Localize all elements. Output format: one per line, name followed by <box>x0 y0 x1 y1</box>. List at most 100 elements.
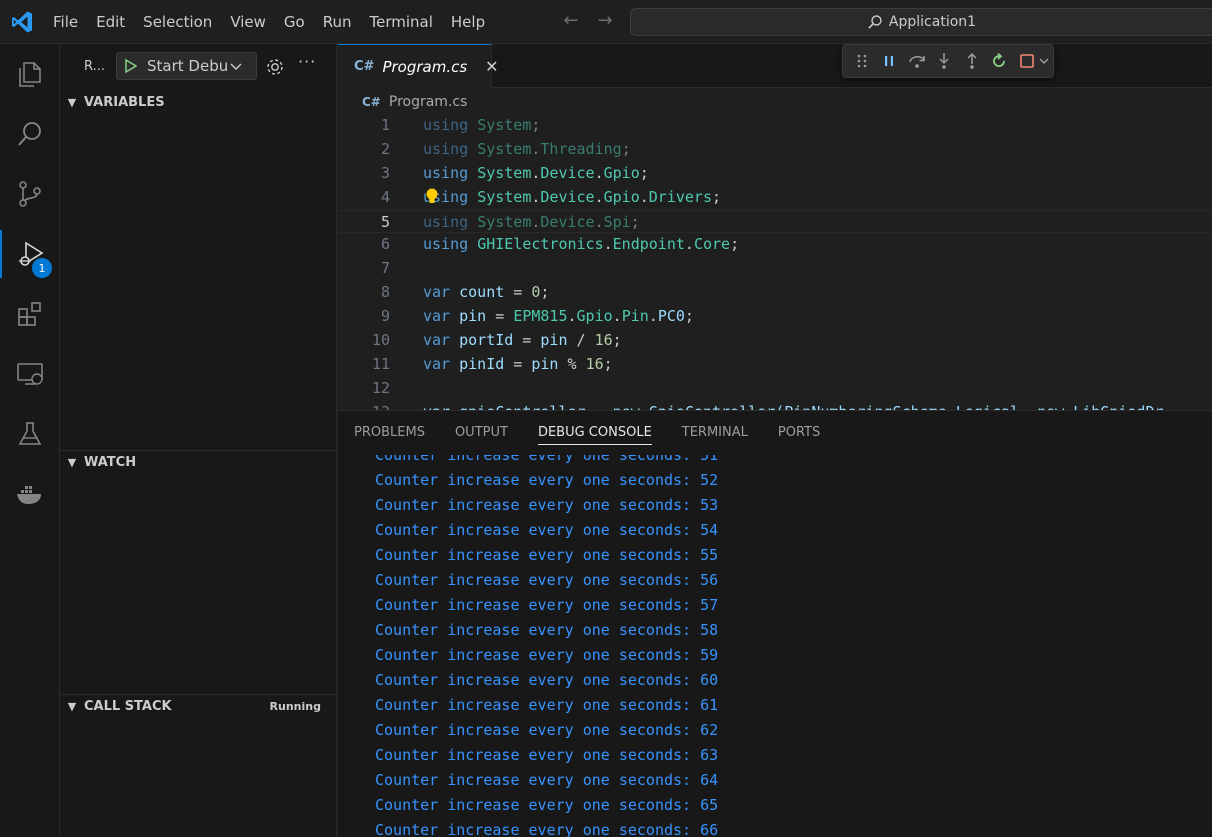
menu-selection[interactable]: Selection <box>134 7 221 37</box>
run-debug-header: R... Start Debu ··· <box>60 52 337 80</box>
console-line: Counter increase every one seconds: 61 <box>375 696 719 714</box>
chevron-down-icon[interactable] <box>230 60 242 72</box>
code-line: 4 using System.Device.Gpio.Drivers; <box>338 186 1212 210</box>
code-line: 2 using System.Threading; <box>338 138 1212 162</box>
play-icon[interactable] <box>123 58 139 74</box>
debug-badge: 1 <box>32 258 52 278</box>
variables-title: VARIABLES <box>84 94 165 110</box>
menu-edit[interactable]: Edit <box>87 7 134 37</box>
variables-section-header[interactable]: ▼ VARIABLES <box>60 90 337 114</box>
tab-ports[interactable]: PORTS <box>778 411 820 455</box>
tab-output[interactable]: OUTPUT <box>455 411 508 455</box>
code-line: 1 using System; <box>338 114 1212 138</box>
sidebar-title: R... <box>84 58 105 74</box>
menu-view[interactable]: View <box>221 7 275 37</box>
search-icon <box>868 15 882 29</box>
bottom-panel: PROBLEMS OUTPUT DEBUG CONSOLE TERMINAL P… <box>338 410 1212 837</box>
line-number: 12 <box>371 378 390 397</box>
menu-terminal[interactable]: Terminal <box>361 7 442 37</box>
tab-terminal[interactable]: TERMINAL <box>682 411 748 455</box>
line-number: 8 <box>380 283 390 302</box>
breadcrumb[interactable]: C# Program.cs <box>362 90 467 114</box>
chevron-down-icon: ▼ <box>67 456 77 469</box>
menu-run[interactable]: Run <box>314 7 361 37</box>
more-actions-icon[interactable]: ··· <box>298 52 316 71</box>
line-number: 9 <box>380 307 390 326</box>
gear-icon[interactable] <box>264 56 286 78</box>
line-number: 3 <box>380 163 390 182</box>
drag-handle-icon[interactable] <box>853 50 870 72</box>
menu-go[interactable]: Go <box>275 7 314 37</box>
vscode-logo-icon <box>12 11 32 33</box>
testing-icon[interactable] <box>0 410 60 458</box>
source-control-icon[interactable] <box>0 170 60 218</box>
line-number: 2 <box>380 139 390 158</box>
menu-file[interactable]: File <box>44 7 87 37</box>
navigation-arrows: ← → <box>560 10 616 31</box>
code-line: 12 <box>338 377 1212 401</box>
csharp-file-icon: C# <box>362 95 381 109</box>
panel-tabs: PROBLEMS OUTPUT DEBUG CONSOLE TERMINAL P… <box>338 411 1212 455</box>
remote-explorer-icon[interactable] <box>0 350 60 398</box>
chevron-down-icon: ▼ <box>67 700 77 713</box>
call-stack-section-header[interactable]: ▼ CALL STACK Running <box>60 694 337 718</box>
pause-icon[interactable] <box>880 50 897 72</box>
csharp-file-icon: C# <box>354 59 375 74</box>
code-line: 7 <box>338 257 1212 281</box>
menu-help[interactable]: Help <box>442 7 494 37</box>
console-line: Counter increase every one seconds: 66 <box>375 821 719 837</box>
extensions-icon[interactable] <box>0 290 60 338</box>
code-line: 6 using GHIElectronics.Endpoint.Core; <box>338 233 1212 257</box>
debug-toolbar <box>842 44 1054 78</box>
line-number: 13 <box>338 401 390 410</box>
code-line: 13var gpioController = new GpioControlle… <box>338 401 1212 410</box>
editor-area: C# Program.cs ✕ C# Program.cs 1 using Sys… <box>338 44 1212 410</box>
start-debugging-dropdown[interactable]: Start Debu <box>116 52 257 80</box>
step-over-icon[interactable] <box>908 50 926 72</box>
console-line: Counter increase every one seconds: 59 <box>375 646 719 664</box>
activity-bar: 1 <box>0 44 60 837</box>
command-center-label: Application1 <box>888 14 977 30</box>
stop-icon[interactable] <box>1018 50 1035 72</box>
console-line: Counter increase every one seconds: 58 <box>375 621 719 639</box>
close-icon[interactable]: ✕ <box>485 57 498 76</box>
console-line: Counter increase every one seconds: 52 <box>375 471 719 489</box>
run-and-debug-icon[interactable]: 1 <box>0 230 60 278</box>
breadcrumb-file[interactable]: Program.cs <box>389 94 468 110</box>
step-out-icon[interactable] <box>963 50 980 72</box>
console-line: Counter increase every one seconds: 54 <box>375 521 719 539</box>
tab-program-cs[interactable]: C# Program.cs ✕ <box>338 44 499 88</box>
console-line: Counter increase every one seconds: 63 <box>375 746 719 764</box>
code-line: 11 var pinId = pin % 16; <box>338 353 1212 377</box>
line-number: 5 <box>380 212 390 231</box>
watch-section-header[interactable]: ▼ WATCH <box>60 450 337 474</box>
code-line: 8 var count = 0; <box>338 281 1212 305</box>
command-center-search[interactable]: Application1 <box>630 8 1212 36</box>
tab-problems[interactable]: PROBLEMS <box>354 411 425 455</box>
search-icon[interactable] <box>0 110 60 158</box>
console-line: Counter increase every one seconds: 53 <box>375 496 719 514</box>
line-number: 4 <box>380 187 390 206</box>
console-line: Counter increase every one seconds: 57 <box>375 596 719 614</box>
docker-icon[interactable] <box>0 470 60 518</box>
back-arrow-icon[interactable]: ← <box>560 10 582 31</box>
code-line: 10 var portId = pin / 16; <box>338 329 1212 353</box>
chevron-down-icon: ▼ <box>67 95 77 109</box>
watch-title: WATCH <box>84 455 137 470</box>
line-number: 6 <box>380 235 390 254</box>
debug-console-output[interactable]: Counter increase every one seconds: 51 C… <box>375 443 718 837</box>
tab-label: Program.cs <box>382 57 468 76</box>
code-line-current: 5 using System.Device.Spi; <box>338 209 1212 234</box>
title-bar: File Edit Selection View Go Run Terminal… <box>0 0 1212 44</box>
console-line: Counter increase every one seconds: 55 <box>375 546 719 564</box>
code-editor[interactable]: 1 using System; 2 using System.Threading; … <box>338 114 1212 410</box>
line-number: 11 <box>371 354 390 373</box>
chevron-down-icon[interactable] <box>1036 50 1053 72</box>
step-into-icon[interactable] <box>936 50 953 72</box>
lightbulb-icon[interactable] <box>424 187 440 207</box>
explorer-icon[interactable] <box>0 50 60 98</box>
restart-icon[interactable] <box>990 50 1008 72</box>
forward-arrow-icon[interactable]: → <box>594 10 616 31</box>
line-number: 10 <box>371 331 390 350</box>
tab-debug-console[interactable]: DEBUG CONSOLE <box>537 411 652 455</box>
